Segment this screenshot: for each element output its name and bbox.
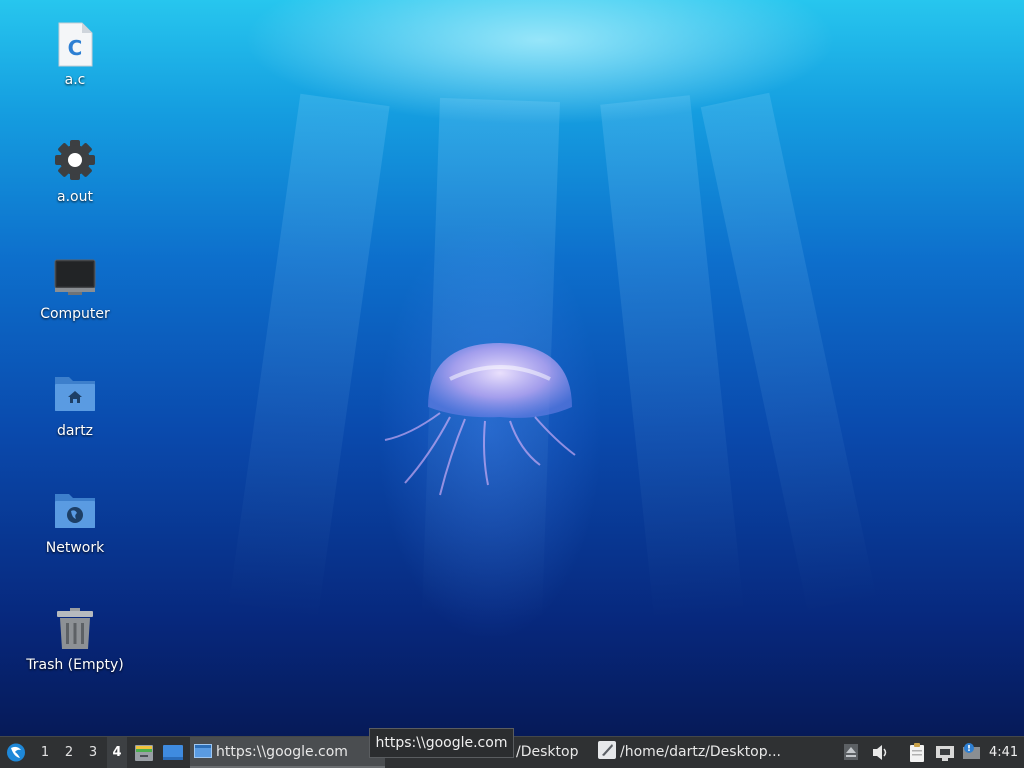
desktop-icon-a-c[interactable]: C a.c	[20, 22, 130, 122]
c-source-file-icon: C	[58, 22, 93, 67]
network-folder-icon	[55, 494, 95, 528]
text-editor-icon	[598, 741, 616, 759]
home-folder-icon	[55, 377, 95, 411]
c-file-glyph: C	[68, 36, 83, 60]
desktop-icon-computer[interactable]: Computer	[20, 256, 130, 356]
desktop-icon-label: a.c	[64, 72, 86, 88]
update-notifier-button[interactable]	[960, 737, 982, 768]
volume-button[interactable]	[870, 737, 890, 768]
task-label: /home/dartz/Desktop...	[620, 744, 781, 760]
desktop-icon-label: dartz	[56, 423, 94, 439]
workspace-4-button[interactable]: 4	[107, 737, 127, 768]
eject-icon	[844, 744, 858, 760]
desktop-icon-label: a.out	[57, 189, 93, 205]
jellyfish-wallpaper-image	[384, 343, 576, 496]
desktop-icon-network[interactable]: Network	[20, 490, 130, 590]
lubuntu-logo-icon	[7, 743, 25, 762]
desktop[interactable]: C a.c a.out Computer dartz Network Trash…	[0, 0, 1024, 736]
speaker-icon	[873, 745, 887, 760]
workspace-3-button[interactable]: 3	[83, 737, 103, 768]
light-ray	[228, 93, 390, 622]
task-label: /Desktop	[516, 744, 579, 760]
trash-icon	[57, 608, 93, 649]
show-desktop-icon	[163, 745, 183, 760]
clipboard-icon	[910, 743, 924, 762]
task-text-editor-window[interactable]: /home/dartz/Desktop...	[594, 737, 794, 768]
task-label: https:\\google.com	[216, 744, 348, 760]
clock[interactable]: 4:41	[989, 737, 1021, 768]
clipboard-button[interactable]	[906, 737, 928, 768]
application-menu-button[interactable]	[3, 737, 29, 768]
gear-icon	[55, 140, 95, 180]
desktop-icon-label: Trash (Empty)	[26, 657, 124, 673]
task-tooltip: https:\\google.com	[369, 728, 514, 758]
desktop-icon-label: Network	[45, 540, 105, 556]
desktop-icon-a-out[interactable]: a.out	[20, 139, 130, 239]
window-icon	[194, 744, 212, 758]
desktop-icon-label: Computer	[40, 306, 110, 322]
workspace-2-button[interactable]: 2	[59, 737, 79, 768]
workspace-1-button[interactable]: 1	[35, 737, 55, 768]
show-desktop-button[interactable]	[161, 737, 185, 768]
desktop-icon-home-folder[interactable]: dartz	[20, 373, 130, 473]
update-notification-icon	[963, 743, 980, 759]
file-manager-launcher[interactable]	[133, 737, 155, 768]
network-status-button[interactable]	[933, 737, 957, 768]
desktop-icon-trash[interactable]: Trash (Empty)	[20, 607, 130, 707]
eject-tray-button[interactable]	[842, 737, 860, 768]
file-manager-icon	[135, 745, 153, 761]
task-browser-window[interactable]: https:\\google.com	[190, 737, 385, 768]
computer-icon	[54, 259, 96, 295]
wired-network-icon	[936, 746, 954, 761]
